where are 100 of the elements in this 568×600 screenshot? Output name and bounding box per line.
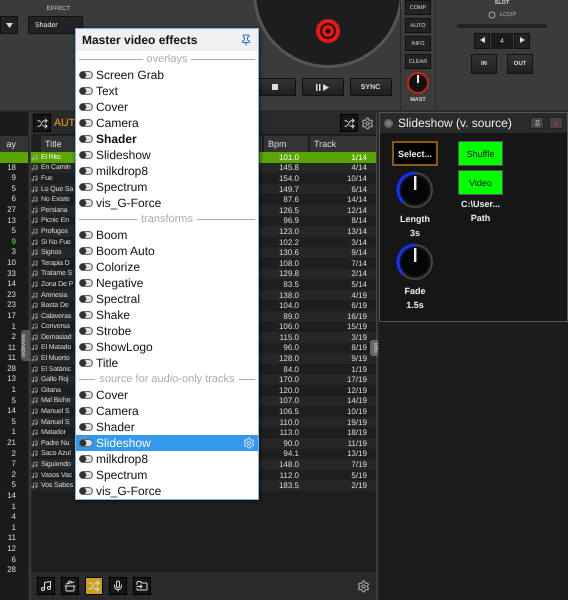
bpm-value: 83.5: [282, 280, 300, 289]
bpm-value: 94.1: [282, 449, 300, 458]
play-count: 5: [10, 416, 17, 428]
track-number: 9/19: [350, 354, 368, 364]
section-heading: source for audio-only tracks: [99, 373, 235, 385]
track-number: 10/14: [346, 174, 368, 183]
track-number: 12/14: [346, 206, 368, 215]
bpm-value: 130.6: [278, 248, 300, 258]
bpm-value: 110.0: [278, 418, 300, 427]
bpm-value: 107.0: [278, 396, 300, 406]
play-count: 28: [6, 364, 17, 374]
play-count: 21: [6, 438, 17, 449]
play-count: 12: [6, 544, 17, 555]
play-count: 2: [10, 470, 17, 480]
knob-label: Length: [400, 214, 430, 224]
bpm-value: 126.5: [278, 206, 300, 215]
bpm-value: 115.0: [278, 332, 300, 342]
play-count: 5: [10, 184, 17, 194]
track-number: 9/14: [350, 248, 368, 258]
bpm-value: 89.0: [282, 312, 300, 321]
track-number: 7/19: [350, 460, 368, 470]
track-number: 13/19: [346, 449, 368, 458]
play-count: 4: [10, 512, 17, 523]
play-count: 14: [6, 279, 17, 290]
bpm-value: 87.6: [282, 195, 300, 204]
bpm-value: 120.0: [278, 386, 300, 395]
bpm-value: 101.0: [278, 152, 300, 162]
track-number: 1/14: [350, 152, 368, 162]
play-count: 17: [6, 310, 17, 322]
bpm-value: 104.0: [278, 301, 300, 310]
path-value: C:\User...: [460, 199, 500, 209]
play-count: 14: [6, 406, 17, 417]
play-count: 1: [10, 427, 17, 438]
play-count: 11: [6, 533, 17, 544]
track-number: 1/19: [350, 364, 368, 374]
play-count: 23: [6, 300, 17, 311]
play-count: 14: [6, 491, 17, 502]
track-number: 13/14: [346, 226, 368, 236]
bpm-value: 96.0: [282, 343, 300, 352]
play-count: 13: [6, 374, 17, 386]
bpm-value: 96.9: [282, 216, 300, 226]
menu-title: Master video effects: [82, 33, 198, 47]
bpm-value: 106.5: [278, 407, 300, 416]
play-count: 13: [6, 216, 17, 226]
track-number: 16/19: [346, 312, 368, 321]
play-count: 6: [10, 194, 17, 205]
track-number: 2/19: [350, 481, 368, 490]
bpm-value: 154.0: [278, 174, 300, 183]
play-count: 2: [10, 448, 17, 460]
track-number: 3/14: [350, 238, 368, 247]
track-number: 6/14: [350, 184, 368, 194]
bpm-value: 128.0: [278, 354, 300, 364]
play-count: 7: [10, 459, 17, 470]
play-count: 9: [10, 173, 17, 184]
bpm-value: 138.0: [278, 290, 300, 300]
bpm-value: 90.0: [282, 438, 300, 448]
track-number: 7/14: [350, 258, 368, 268]
play-count: 5: [10, 396, 17, 406]
track-number: 8/14: [350, 216, 368, 226]
section-heading: transforms: [141, 213, 193, 225]
bpm-value: 106.0: [278, 322, 300, 332]
bpm-value: 183.5: [278, 481, 300, 490]
bpm-value: 123.0: [278, 226, 300, 236]
section-heading: overlays: [146, 53, 188, 65]
bpm-value: 113.0: [278, 428, 300, 438]
bpm-value: 112.0: [278, 470, 300, 480]
play-count: 23: [6, 290, 17, 300]
track-number: 12/19: [346, 386, 368, 395]
bpm-value: 102.2: [278, 238, 300, 247]
bpm-value: 148.0: [278, 460, 300, 470]
track-number: 4/14: [350, 163, 368, 172]
play-count: 1: [10, 385, 17, 396]
play-count: 1: [10, 502, 17, 512]
track-number: 11/19: [346, 438, 368, 448]
play-count: 27: [6, 204, 17, 216]
track-number: 5/19: [350, 470, 368, 480]
track-number: 5/14: [350, 280, 368, 289]
track-number: 6/19: [350, 301, 368, 310]
bpm-value: 108.0: [278, 258, 300, 268]
track-number: 3/19: [350, 332, 368, 342]
panel-title: Slideshow (v. source): [398, 116, 513, 130]
knob-label: Fade: [404, 286, 426, 296]
play-count: 1: [10, 522, 17, 534]
track-number: 18/19: [346, 428, 368, 438]
play-count: 33: [6, 268, 17, 280]
bpm-value: 84.0: [282, 364, 300, 374]
play-count: 6: [10, 554, 17, 566]
track-number: 2/14: [350, 269, 368, 278]
play-count: 1: [10, 322, 17, 332]
track-number: 15/19: [346, 322, 368, 332]
bpm-value: 149.7: [278, 184, 300, 194]
play-count: 5: [10, 480, 17, 491]
track-number: 8/19: [350, 343, 368, 352]
play-count: 28: [6, 565, 17, 576]
track-number: 17/19: [346, 375, 368, 384]
play-count: 9: [10, 236, 17, 248]
bpm-value: 170.0: [278, 375, 300, 384]
play-count: 3: [10, 247, 17, 258]
play-count: 5: [10, 226, 17, 237]
track-number: 19/19: [346, 418, 368, 427]
